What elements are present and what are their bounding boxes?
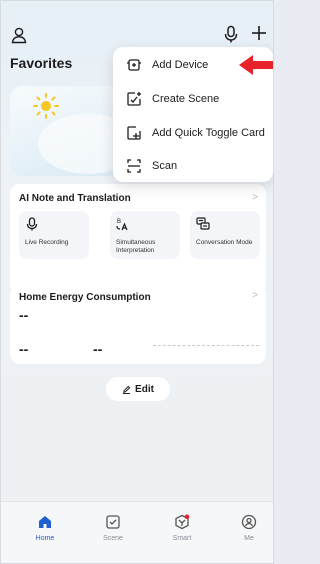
tile-conversation-mode[interactable]: Conversation Mode bbox=[190, 211, 260, 259]
energy-chart-line bbox=[153, 345, 259, 346]
home-icon bbox=[39, 516, 51, 528]
menu-item-label: Add Quick Toggle Card bbox=[152, 127, 265, 139]
chevron-right-icon[interactable]: > bbox=[252, 192, 258, 203]
ai-note-card[interactable]: AI Note and Translation > Live Recording… bbox=[10, 184, 266, 294]
edit-label: Edit bbox=[135, 383, 154, 395]
scene-icon bbox=[106, 515, 120, 529]
add-device-icon bbox=[126, 57, 142, 73]
edit-button[interactable]: Edit bbox=[106, 377, 170, 401]
nav-home[interactable]: Home bbox=[25, 514, 65, 542]
translate-icon: B bbox=[116, 217, 130, 231]
nav-me[interactable]: Me bbox=[229, 514, 269, 542]
nav-label: Me bbox=[244, 535, 254, 542]
pencil-icon bbox=[122, 385, 131, 394]
bottom-nav: Home Scene Smart Me bbox=[1, 501, 273, 563]
add-icon[interactable] bbox=[249, 23, 269, 43]
menu-item-add-quick-toggle-card[interactable]: Add Quick Toggle Card bbox=[113, 116, 273, 150]
tile-simultaneous-interpretation[interactable]: B Simultaneous Interpretation bbox=[110, 211, 180, 259]
me-icon bbox=[241, 514, 257, 530]
energy-value-left: -- bbox=[19, 341, 29, 357]
smart-icon bbox=[175, 514, 190, 530]
nav-smart[interactable]: Smart bbox=[162, 514, 202, 542]
conversation-icon bbox=[196, 217, 210, 231]
nav-label: Scene bbox=[103, 535, 123, 542]
tile-label: Simultaneous Interpretation bbox=[116, 239, 156, 254]
microphone-icon bbox=[25, 217, 39, 231]
menu-item-label: Create Scene bbox=[152, 93, 220, 105]
menu-item-create-scene[interactable]: Create Scene bbox=[113, 82, 273, 116]
ai-note-title: AI Note and Translation bbox=[19, 193, 131, 204]
nav-label: Home bbox=[35, 535, 55, 542]
energy-card[interactable]: Home Energy Consumption > bbox=[10, 284, 266, 364]
scan-icon bbox=[126, 158, 142, 174]
nav-label: Smart bbox=[172, 535, 192, 542]
create-scene-icon bbox=[126, 91, 142, 107]
weather-card[interactable] bbox=[10, 86, 138, 176]
svg-text:B: B bbox=[117, 219, 121, 225]
chevron-right-icon[interactable]: > bbox=[252, 290, 258, 301]
energy-title: Home Energy Consumption bbox=[19, 292, 151, 303]
energy-value-right: -- bbox=[93, 341, 103, 357]
sun-icon bbox=[31, 91, 61, 121]
menu-item-scan[interactable]: Scan bbox=[113, 149, 273, 183]
quick-toggle-icon bbox=[126, 125, 142, 141]
tile-label: Conversation Mode bbox=[196, 239, 253, 246]
nav-scene[interactable]: Scene bbox=[93, 514, 133, 542]
app-screen: Favorites AI Note and Translation > Live… bbox=[0, 0, 274, 564]
pointer-arrow-icon bbox=[237, 53, 273, 77]
tile-label: Live Recording bbox=[25, 239, 69, 246]
menu-item-label: Scan bbox=[152, 160, 178, 172]
avatar-icon[interactable] bbox=[10, 26, 28, 44]
microphone-icon[interactable] bbox=[223, 25, 239, 43]
page-title: Favorites bbox=[10, 55, 73, 71]
energy-main-value: -- bbox=[19, 307, 29, 323]
menu-item-label: Add Device bbox=[152, 59, 209, 71]
tile-live-recording[interactable]: Live Recording bbox=[19, 211, 89, 259]
